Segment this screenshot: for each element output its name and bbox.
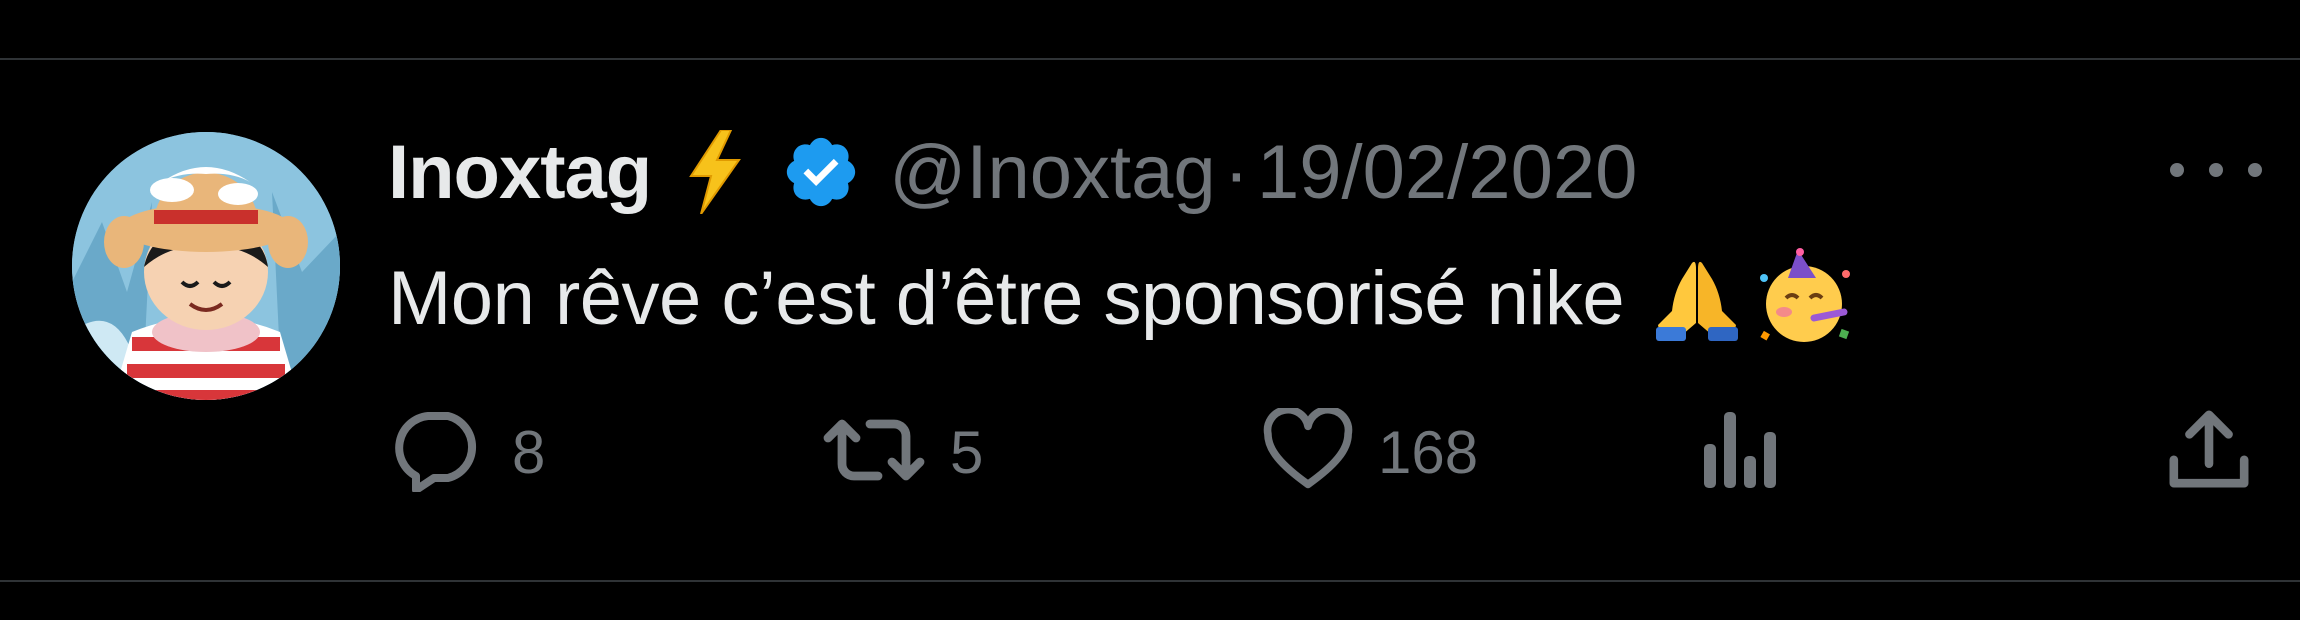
retweet-icon [822, 408, 926, 497]
like-button[interactable]: 168 [1262, 405, 1479, 497]
more-dot [2209, 163, 2223, 177]
share-button[interactable] [2166, 410, 2252, 494]
verified-badge-icon[interactable] [781, 132, 861, 212]
views-icon [1700, 408, 1780, 497]
avatar[interactable] [72, 132, 340, 400]
like-count: 168 [1378, 418, 1479, 486]
more-options-icon[interactable] [2170, 148, 2262, 192]
partying-face-emoji [1756, 248, 1856, 348]
reply-count: 8 [512, 418, 546, 486]
folded-hands-emoji [1652, 253, 1742, 343]
more-dot [2170, 163, 2184, 177]
bottom-divider [0, 580, 2300, 582]
tweet-header: Inoxtag @Inoxtag · 19/02/2020 [388, 120, 1637, 224]
share-icon [2166, 408, 2252, 497]
views-button[interactable] [1700, 410, 1780, 494]
user-handle[interactable]: @Inoxtag [889, 129, 1215, 216]
display-name[interactable]: Inoxtag [388, 129, 652, 216]
tweet-date[interactable]: 19/02/2020 [1257, 129, 1637, 216]
more-dot [2248, 163, 2262, 177]
reply-button[interactable]: 8 [392, 410, 545, 494]
top-divider [0, 58, 2300, 60]
reply-icon [392, 408, 488, 497]
bolt-icon [687, 130, 743, 214]
retweet-count: 5 [950, 418, 984, 486]
retweet-button[interactable]: 5 [822, 410, 983, 494]
avatar-image [72, 132, 340, 400]
tweet-body: Mon rêve c’est d’être sponsorisé nike [388, 255, 1625, 341]
heart-icon [1262, 405, 1354, 497]
header-separator: · [1223, 129, 1249, 215]
tweet-text: Mon rêve c’est d’être sponsorisé nike [388, 248, 1856, 348]
